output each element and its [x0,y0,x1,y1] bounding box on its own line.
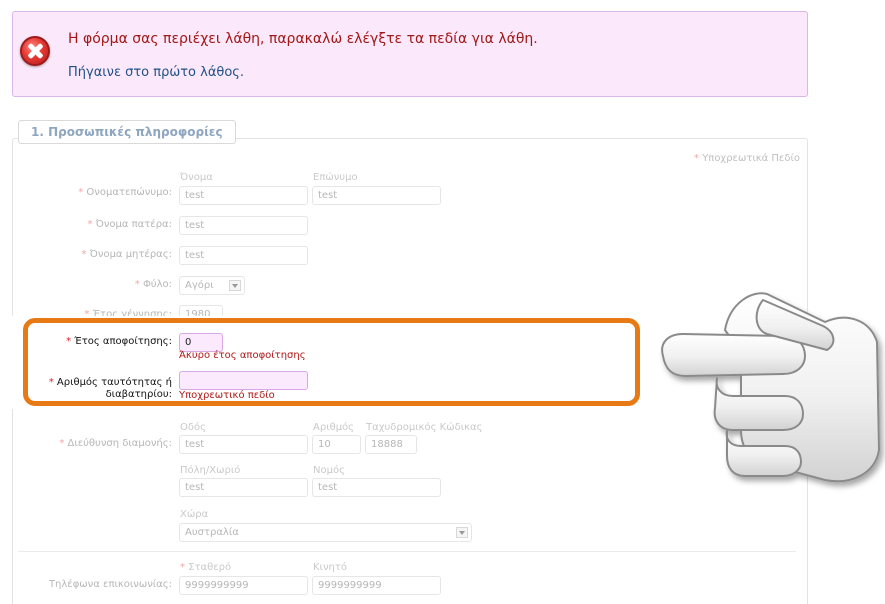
city-input[interactable]: test [179,478,308,497]
error-banner [12,11,808,97]
father-name-label: * Όνομα πατέρα: [87,219,173,230]
last-name-caption: Επώνυμο [313,172,358,183]
highlight-frame [23,318,640,406]
gender-select[interactable]: Αγόρι [179,276,245,295]
father-name-input[interactable]: test [179,216,308,235]
first-error-link[interactable]: Πήγαινε στο πρώτο λάθος. [68,65,244,80]
city-caption: Πόλη/Χωριό [180,465,241,476]
landline-input[interactable]: 9999999999 [179,576,308,595]
country-caption: Χώρα [180,509,209,520]
street-number-caption: Αριθμός [313,422,355,433]
address-label: * Διεύθυνση διαμονής: [59,438,172,449]
first-name-caption: Όνομα [180,172,213,183]
postal-code-input[interactable]: 18888 [365,435,417,454]
phones-label: Τηλέφωνα επικοινωνίας: [48,579,172,590]
street-input[interactable]: test [179,435,308,454]
chevron-down-icon [229,280,241,291]
country-select[interactable]: Αυστραλία [179,523,472,542]
mobile-caption: Κινητό [313,562,348,573]
last-name-input[interactable]: test [312,186,441,205]
fullname-label: * Ονοματεπώνυμο: [78,187,172,198]
mother-name-input[interactable]: test [179,246,308,265]
chevron-down-icon [456,527,468,538]
prefecture-caption: Νομός [313,465,345,476]
required-note: * Υποχρεωτικά Πεδίο [694,153,800,164]
landline-caption: * Σταθερό [180,562,232,573]
pointing-hand-icon [661,292,880,483]
first-name-input[interactable]: test [179,186,308,205]
section-legend: 1. Προσωπικές πληροφορίες [18,120,236,144]
error-x-icon [20,36,50,66]
street-number-input[interactable]: 10 [312,435,361,454]
divider [18,551,796,552]
error-message: Η φόρμα σας περιέχει λάθη, παρακαλώ ελέγ… [68,31,538,47]
mother-name-label: * Όνομα μητέρας: [81,249,172,260]
prefecture-input[interactable]: test [312,478,441,497]
street-caption: Οδός [180,422,206,433]
mobile-input[interactable]: 9999999999 [312,576,441,595]
gender-label: * Φύλο: [134,279,172,290]
postal-code-caption: Ταχυδρομικός Κώδικας [366,422,483,433]
